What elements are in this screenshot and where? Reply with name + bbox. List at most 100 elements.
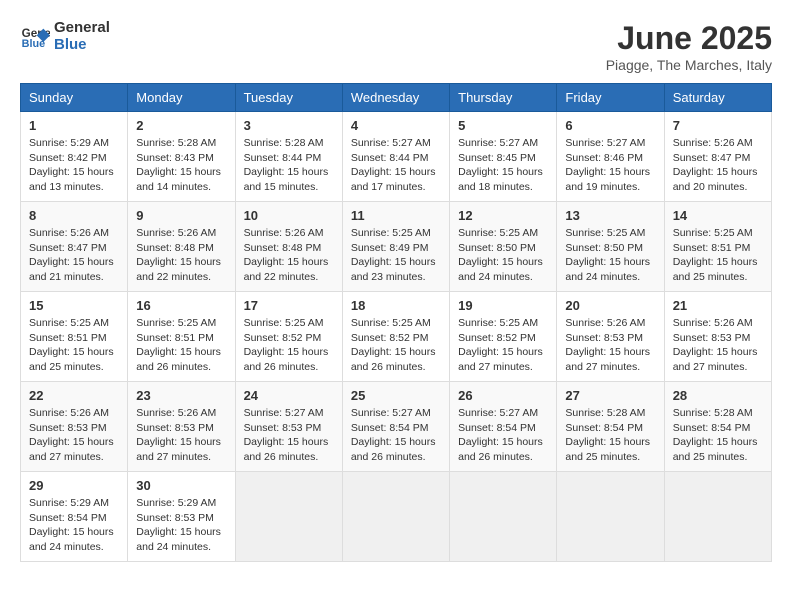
day-info: Sunrise: 5:28 AM Sunset: 8:54 PM Dayligh… <box>673 406 763 465</box>
col-tuesday: Tuesday <box>235 84 342 112</box>
table-row: 19Sunrise: 5:25 AM Sunset: 8:52 PM Dayli… <box>450 292 557 382</box>
table-row: 3 Sunrise: 5:28 AM Sunset: 8:44 PM Daylig… <box>235 112 342 202</box>
day-number: 22 <box>29 388 119 403</box>
day-number: 14 <box>673 208 763 223</box>
table-row: 22 Sunrise: 5:26 AM Sunset: 8:53 PM Dayli… <box>21 382 128 472</box>
day-info: Sunrise: 5:25 AM Sunset: 8:51 PM Dayligh… <box>673 226 763 285</box>
table-row <box>342 472 449 562</box>
day-number: 12 <box>458 208 548 223</box>
table-row: 20 Sunrise: 5:26 AM Sunset: 8:53 PM Dayli… <box>557 292 664 382</box>
day-info: Sunrise: 5:25 AM Sunset: 8:52 PM Dayligh… <box>244 316 334 375</box>
table-row: 30 Sunrise: 5:29 AM Sunset: 8:53 PM Dayli… <box>128 472 235 562</box>
day-info: Sunrise: 5:26 AM Sunset: 8:48 PM Dayligh… <box>244 226 334 285</box>
table-row: 11 Sunrise: 5:25 AM Sunset: 8:49 PM Dayli… <box>342 202 449 292</box>
table-row: 17 Sunrise: 5:25 AM Sunset: 8:52 PM Dayli… <box>235 292 342 382</box>
day-info: Sunrise: 5:25 AM Sunset: 8:52 PM Dayligh… <box>458 316 548 375</box>
day-info: Sunrise: 5:25 AM Sunset: 8:52 PM Dayligh… <box>351 316 441 375</box>
table-row: 4 Sunrise: 5:27 AM Sunset: 8:44 PM Daylig… <box>342 112 449 202</box>
day-number: 25 <box>351 388 441 403</box>
table-row: 6Sunrise: 5:27 AM Sunset: 8:46 PM Daylig… <box>557 112 664 202</box>
table-row <box>235 472 342 562</box>
table-row: 28 Sunrise: 5:28 AM Sunset: 8:54 PM Dayli… <box>664 382 771 472</box>
day-info: Sunrise: 5:27 AM Sunset: 8:45 PM Dayligh… <box>458 136 548 195</box>
day-info: Sunrise: 5:27 AM Sunset: 8:53 PM Dayligh… <box>244 406 334 465</box>
header: General Blue General Blue June 2025 Piag… <box>20 20 772 73</box>
day-info: Sunrise: 5:25 AM Sunset: 8:49 PM Dayligh… <box>351 226 441 285</box>
col-wednesday: Wednesday <box>342 84 449 112</box>
table-row: 18 Sunrise: 5:25 AM Sunset: 8:52 PM Dayli… <box>342 292 449 382</box>
day-number: 10 <box>244 208 334 223</box>
day-number: 17 <box>244 298 334 313</box>
table-row: 7 Sunrise: 5:26 AM Sunset: 8:47 PM Daylig… <box>664 112 771 202</box>
day-info: Sunrise: 5:26 AM Sunset: 8:53 PM Dayligh… <box>565 316 655 375</box>
table-row: 16Sunrise: 5:25 AM Sunset: 8:51 PM Dayli… <box>128 292 235 382</box>
day-info: Sunrise: 5:27 AM Sunset: 8:44 PM Dayligh… <box>351 136 441 195</box>
table-row: 9 Sunrise: 5:26 AM Sunset: 8:48 PM Daylig… <box>128 202 235 292</box>
table-row: 2 Sunrise: 5:28 AM Sunset: 8:43 PM Daylig… <box>128 112 235 202</box>
table-row: 29Sunrise: 5:29 AM Sunset: 8:54 PM Dayli… <box>21 472 128 562</box>
day-info: Sunrise: 5:29 AM Sunset: 8:53 PM Dayligh… <box>136 496 226 555</box>
table-row <box>664 472 771 562</box>
table-row: 1 Sunrise: 5:29 AM Sunset: 8:42 PM Daylig… <box>21 112 128 202</box>
calendar-row-4: 22 Sunrise: 5:26 AM Sunset: 8:53 PM Dayli… <box>21 382 772 472</box>
col-monday: Monday <box>128 84 235 112</box>
day-info: Sunrise: 5:26 AM Sunset: 8:47 PM Dayligh… <box>673 136 763 195</box>
table-row: 23 Sunrise: 5:26 AM Sunset: 8:53 PM Dayli… <box>128 382 235 472</box>
day-number: 29 <box>29 478 119 493</box>
day-number: 4 <box>351 118 441 133</box>
day-info: Sunrise: 5:29 AM Sunset: 8:42 PM Dayligh… <box>29 136 119 195</box>
table-row: 15 Sunrise: 5:25 AM Sunset: 8:51 PM Dayli… <box>21 292 128 382</box>
col-saturday: Saturday <box>664 84 771 112</box>
table-row: 13 Sunrise: 5:25 AM Sunset: 8:50 PM Dayli… <box>557 202 664 292</box>
day-info: Sunrise: 5:28 AM Sunset: 8:43 PM Dayligh… <box>136 136 226 195</box>
table-row: 10 Sunrise: 5:26 AM Sunset: 8:48 PM Dayli… <box>235 202 342 292</box>
day-number: 15 <box>29 298 119 313</box>
day-info: Sunrise: 5:26 AM Sunset: 8:53 PM Dayligh… <box>673 316 763 375</box>
day-info: Sunrise: 5:25 AM Sunset: 8:51 PM Dayligh… <box>29 316 119 375</box>
day-number: 28 <box>673 388 763 403</box>
day-number: 24 <box>244 388 334 403</box>
day-number: 18 <box>351 298 441 313</box>
day-number: 13 <box>565 208 655 223</box>
day-info: Sunrise: 5:26 AM Sunset: 8:53 PM Dayligh… <box>136 406 226 465</box>
table-row: 21Sunrise: 5:26 AM Sunset: 8:53 PM Dayli… <box>664 292 771 382</box>
logo: General Blue General Blue <box>20 20 110 53</box>
calendar-row-2: 8 Sunrise: 5:26 AM Sunset: 8:47 PM Daylig… <box>21 202 772 292</box>
table-row: 8 Sunrise: 5:26 AM Sunset: 8:47 PM Daylig… <box>21 202 128 292</box>
day-number: 3 <box>244 118 334 133</box>
month-title: June 2025 <box>606 20 772 57</box>
table-row: 27 Sunrise: 5:28 AM Sunset: 8:54 PM Dayli… <box>557 382 664 472</box>
logo-icon: General Blue <box>20 22 50 52</box>
day-info: Sunrise: 5:28 AM Sunset: 8:44 PM Dayligh… <box>244 136 334 195</box>
location: Piagge, The Marches, Italy <box>606 57 772 73</box>
table-row: 26Sunrise: 5:27 AM Sunset: 8:54 PM Dayli… <box>450 382 557 472</box>
table-row <box>450 472 557 562</box>
day-number: 5 <box>458 118 548 133</box>
table-row: 24 Sunrise: 5:27 AM Sunset: 8:53 PM Dayli… <box>235 382 342 472</box>
day-info: Sunrise: 5:28 AM Sunset: 8:54 PM Dayligh… <box>565 406 655 465</box>
day-number: 23 <box>136 388 226 403</box>
day-info: Sunrise: 5:26 AM Sunset: 8:48 PM Dayligh… <box>136 226 226 285</box>
day-number: 1 <box>29 118 119 133</box>
day-info: Sunrise: 5:26 AM Sunset: 8:53 PM Dayligh… <box>29 406 119 465</box>
day-number: 30 <box>136 478 226 493</box>
day-number: 9 <box>136 208 226 223</box>
calendar-header-row: Sunday Monday Tuesday Wednesday Thursday… <box>21 84 772 112</box>
day-info: Sunrise: 5:25 AM Sunset: 8:51 PM Dayligh… <box>136 316 226 375</box>
day-number: 11 <box>351 208 441 223</box>
calendar-row-3: 15 Sunrise: 5:25 AM Sunset: 8:51 PM Dayli… <box>21 292 772 382</box>
table-row: 5 Sunrise: 5:27 AM Sunset: 8:45 PM Daylig… <box>450 112 557 202</box>
logo-line2: Blue <box>54 37 110 54</box>
day-number: 7 <box>673 118 763 133</box>
day-info: Sunrise: 5:25 AM Sunset: 8:50 PM Dayligh… <box>565 226 655 285</box>
title-area: June 2025 Piagge, The Marches, Italy <box>606 20 772 73</box>
day-info: Sunrise: 5:26 AM Sunset: 8:47 PM Dayligh… <box>29 226 119 285</box>
day-number: 8 <box>29 208 119 223</box>
day-number: 2 <box>136 118 226 133</box>
day-info: Sunrise: 5:25 AM Sunset: 8:50 PM Dayligh… <box>458 226 548 285</box>
table-row: 25Sunrise: 5:27 AM Sunset: 8:54 PM Dayli… <box>342 382 449 472</box>
day-number: 20 <box>565 298 655 313</box>
day-number: 26 <box>458 388 548 403</box>
day-number: 27 <box>565 388 655 403</box>
table-row: 12 Sunrise: 5:25 AM Sunset: 8:50 PM Dayli… <box>450 202 557 292</box>
